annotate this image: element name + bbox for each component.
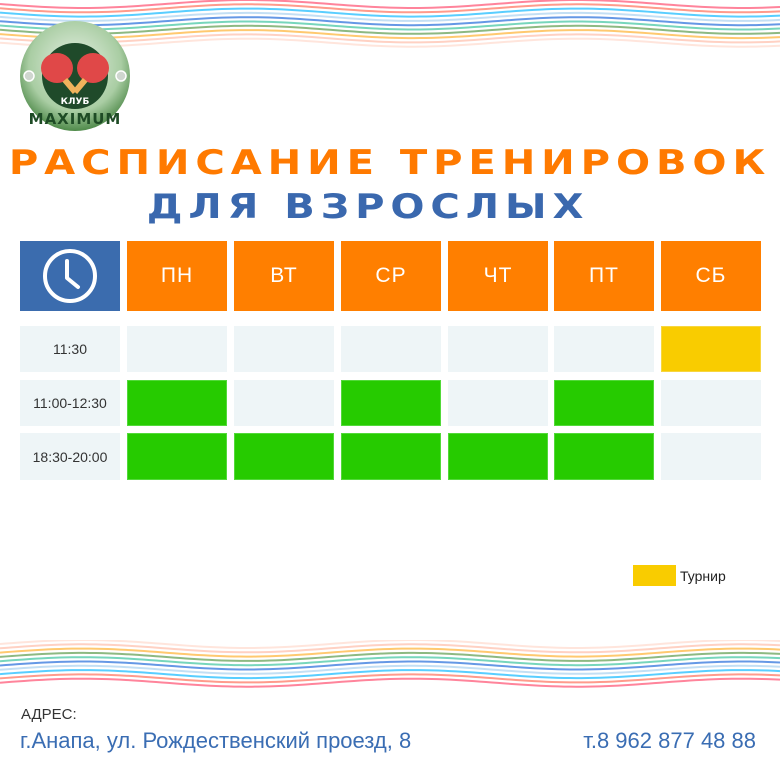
club-logo: настольный теннис КЛУБ MAXIMUM <box>19 20 130 131</box>
time-slot-label: 18:30-20:00 <box>20 433 120 480</box>
bottom-wave-decoration <box>0 640 780 688</box>
legend-label-tournament: Турнир <box>680 567 726 584</box>
empty-slot <box>661 433 761 480</box>
clock-icon <box>43 249 97 303</box>
empty-slot <box>341 326 441 372</box>
day-header: ЧТ <box>448 241 548 311</box>
logo-brand: MAXIMUM <box>29 110 122 128</box>
legend: Турнир <box>633 565 726 586</box>
time-slot-label: 11:00-12:30 <box>20 380 120 426</box>
page-subtitle: ДЛЯ ВЗРОСЛЫХ <box>146 187 590 227</box>
training-slot <box>341 433 441 480</box>
page-title: РАСПИСАНИЕ ТРЕНИРОВОК <box>8 143 772 183</box>
address-text: г.Анапа, ул. Рождественский проезд, 8 <box>20 728 412 753</box>
training-slot <box>341 380 441 426</box>
day-header: ПТ <box>554 241 654 311</box>
empty-slot <box>448 380 548 426</box>
address-label: АДРЕС: <box>21 706 77 723</box>
phone-number[interactable]: т.8 962 877 48 88 <box>583 728 756 754</box>
logo-club-label: КЛУБ <box>61 97 90 107</box>
day-header: СБ <box>661 241 761 311</box>
empty-slot <box>448 326 548 372</box>
tournament-swatch <box>633 565 676 586</box>
training-slot <box>234 433 334 480</box>
training-slot <box>127 433 227 480</box>
day-header: ПН <box>127 241 227 311</box>
training-slot <box>554 433 654 480</box>
tournament-slot <box>661 326 761 372</box>
day-header: ВТ <box>234 241 334 311</box>
empty-slot <box>554 326 654 372</box>
wave-line <box>0 677 780 688</box>
training-slot <box>127 380 227 426</box>
empty-slot <box>127 326 227 372</box>
empty-slot <box>234 380 334 426</box>
logo-arc-text: настольный теннис <box>19 20 112 23</box>
time-slot-label: 11:30 <box>20 326 120 372</box>
empty-slot <box>234 326 334 372</box>
empty-slot <box>661 380 761 426</box>
training-slot <box>554 380 654 426</box>
day-header: СР <box>341 241 441 311</box>
wave-line <box>0 0 780 10</box>
time-column-header <box>20 241 120 311</box>
training-slot <box>448 433 548 480</box>
